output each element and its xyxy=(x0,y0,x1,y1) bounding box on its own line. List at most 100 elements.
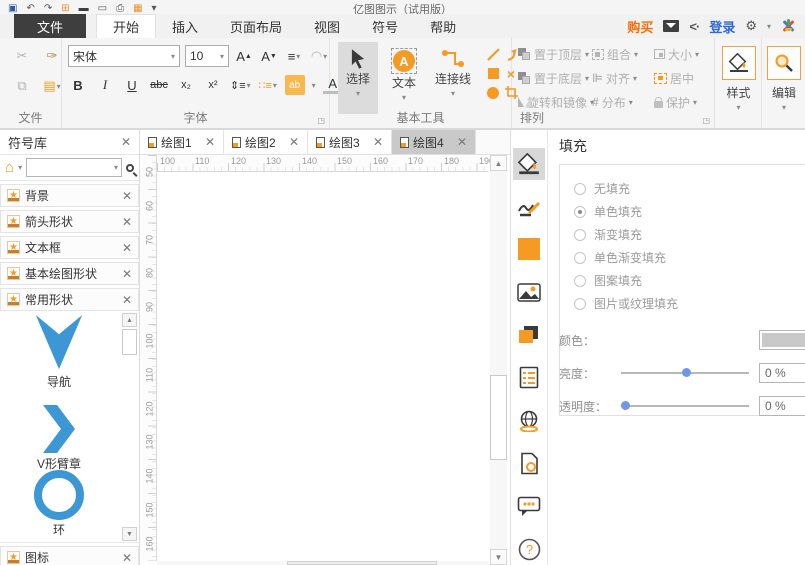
tab-close-icon[interactable]: ✕ xyxy=(457,135,467,149)
connector-tool-button[interactable]: 连接线 ▾ xyxy=(430,42,476,114)
comment-icon[interactable] xyxy=(513,490,545,522)
decrease-font-icon[interactable]: A▼ xyxy=(259,46,279,66)
strikethrough-button[interactable]: abc xyxy=(149,75,169,95)
attachment-icon[interactable] xyxy=(513,448,545,480)
doc-tab-3[interactable]: 绘图3✕ xyxy=(308,130,392,154)
doc-tab-4-active[interactable]: 绘图4✕ xyxy=(392,130,476,154)
section-text-boxes[interactable]: ★文本框✕ xyxy=(0,236,139,259)
section-close-icon[interactable]: ✕ xyxy=(122,551,132,565)
line-tool-icon[interactable] xyxy=(484,46,502,63)
bold-button[interactable]: B xyxy=(68,75,88,95)
library-close-icon[interactable]: ✕ xyxy=(121,135,131,149)
italic-button[interactable]: I xyxy=(95,75,115,95)
section-common-shapes[interactable]: ★常用形状✕ xyxy=(0,288,139,311)
doc-tab-2[interactable]: 绘图2✕ xyxy=(224,130,308,154)
library-scrollbar[interactable]: ▲ ▼ xyxy=(122,313,137,541)
line-style-pen-icon[interactable] xyxy=(513,191,545,223)
help-icon[interactable]: ? xyxy=(513,533,545,565)
scrollbar-thumb[interactable] xyxy=(490,375,507,460)
paste-icon[interactable]: ▤▾ xyxy=(42,76,62,96)
section-basic-drawing-shapes[interactable]: ★基本绘图形状✕ xyxy=(0,262,139,285)
text-arc-icon[interactable]: ◠▾ xyxy=(309,46,329,66)
slider-handle[interactable] xyxy=(682,368,691,377)
shape-chevron[interactable]: V形臂章 xyxy=(0,403,118,472)
radio-icon[interactable] xyxy=(574,183,586,195)
brightness-slider[interactable] xyxy=(621,372,749,374)
scroll-down-icon[interactable]: ▼ xyxy=(122,527,137,541)
superscript-button[interactable]: x² xyxy=(203,75,223,95)
tab-home[interactable]: 开始 xyxy=(96,14,156,38)
option-pattern-fill[interactable]: 图案填充 xyxy=(574,269,805,292)
image-fill-icon[interactable] xyxy=(513,276,545,308)
color-swatch[interactable] xyxy=(759,330,805,350)
canvas-horizontal-scrollbar[interactable] xyxy=(157,561,488,565)
radio-icon[interactable] xyxy=(574,298,586,310)
scroll-up-icon[interactable]: ▲ xyxy=(490,155,507,171)
radio-icon[interactable] xyxy=(574,252,586,264)
settings-gear-icon[interactable]: ⚙ xyxy=(745,18,757,34)
send-to-back-button[interactable]: 置于底层▾ xyxy=(518,66,592,90)
slider-handle[interactable] xyxy=(621,401,630,410)
scroll-down-icon[interactable]: ▼ xyxy=(490,549,507,565)
scroll-up-icon[interactable]: ▲ xyxy=(122,313,137,327)
scrollbar-thumb[interactable] xyxy=(287,561,437,565)
search-icon[interactable] xyxy=(126,164,134,172)
align-text-icon[interactable]: ≡▾ xyxy=(284,46,304,66)
tab-close-icon[interactable]: ✕ xyxy=(205,135,215,149)
file-menu-button[interactable]: 文件 xyxy=(14,14,86,38)
tab-close-icon[interactable]: ✕ xyxy=(289,135,299,149)
align-button[interactable]: ⊫对齐▾ xyxy=(592,66,654,90)
share-icon[interactable]: <· xyxy=(689,19,699,34)
shape-navigation[interactable]: 导航 xyxy=(0,313,118,390)
font-name-select[interactable]: 宋体▾ xyxy=(68,45,180,67)
home-caret-icon[interactable]: ▾ xyxy=(18,163,22,172)
tab-close-icon[interactable]: ✕ xyxy=(373,135,383,149)
increase-font-icon[interactable]: A▲ xyxy=(234,46,254,66)
brightness-spinner[interactable]: 0 %▲▼ xyxy=(759,363,805,383)
section-arrow-shapes[interactable]: ★箭头形状✕ xyxy=(0,210,139,233)
fill-tool-icon[interactable] xyxy=(513,148,545,180)
subscript-button[interactable]: x₂ xyxy=(176,75,196,95)
copy-icon[interactable]: ⧉ xyxy=(12,76,32,96)
home-icon[interactable]: ⌂ xyxy=(5,159,14,176)
style-button[interactable]: 样式 ▾ xyxy=(715,38,762,122)
feedback-icon[interactable] xyxy=(663,20,679,32)
font-dialog-launcher-icon[interactable]: ◳ xyxy=(317,116,325,125)
transparency-spinner[interactable]: 0 %▲▼ xyxy=(759,396,805,416)
radio-icon[interactable] xyxy=(574,275,586,287)
font-size-select[interactable]: 10▾ xyxy=(185,45,229,67)
option-picture-texture-fill[interactable]: 图片或纹理填充 xyxy=(574,292,805,315)
hyperlink-globe-icon[interactable] xyxy=(513,405,545,437)
underline-button[interactable]: U xyxy=(122,75,142,95)
transparency-slider[interactable] xyxy=(621,405,749,407)
tab-insert[interactable]: 插入 xyxy=(156,14,214,38)
settings-caret-icon[interactable]: ▾ xyxy=(767,22,771,31)
radio-selected-icon[interactable] xyxy=(574,206,586,218)
option-no-fill[interactable]: 无填充 xyxy=(574,177,805,200)
section-close-icon[interactable]: ✕ xyxy=(122,293,132,307)
cut-icon[interactable]: ✂ xyxy=(12,46,32,66)
line-spacing-icon[interactable]: ⇕≡▾ xyxy=(230,75,251,95)
highlight-icon[interactable]: ab xyxy=(285,75,305,95)
ellipse-tool-icon[interactable] xyxy=(484,84,502,101)
text-tool-button[interactable]: A 文本 ▾ xyxy=(386,42,422,114)
library-search-input[interactable]: ▾ xyxy=(26,158,122,177)
arrange-dialog-launcher-icon[interactable]: ◳ xyxy=(702,116,710,125)
shadow-icon[interactable] xyxy=(513,319,545,351)
quick-color-icon[interactable] xyxy=(513,234,545,266)
canvas-vertical-scrollbar[interactable]: ▲ ▼ xyxy=(490,155,507,565)
center-button[interactable]: 居中 xyxy=(654,66,714,90)
section-backgrounds[interactable]: ★背景✕ xyxy=(0,184,139,207)
section-close-icon[interactable]: ✕ xyxy=(122,215,132,229)
bullet-list-icon[interactable]: ∷≡▾ xyxy=(258,75,278,95)
option-solid-fill[interactable]: 单色填充 xyxy=(574,200,805,223)
highlight-caret-icon[interactable]: ▾ xyxy=(312,81,316,90)
bring-to-front-button[interactable]: 置于顶层▾ xyxy=(518,42,592,66)
tab-symbols[interactable]: 符号 xyxy=(356,14,414,38)
size-button[interactable]: 大小▾ xyxy=(654,42,714,66)
shape-ring[interactable]: 环 xyxy=(0,469,118,538)
doc-tab-1[interactable]: 绘图1✕ xyxy=(140,130,224,154)
scrollbar-thumb[interactable] xyxy=(122,329,137,355)
option-gradient-fill[interactable]: 渐变填充 xyxy=(574,223,805,246)
edit-button[interactable]: 编辑 ▾ xyxy=(762,38,805,122)
